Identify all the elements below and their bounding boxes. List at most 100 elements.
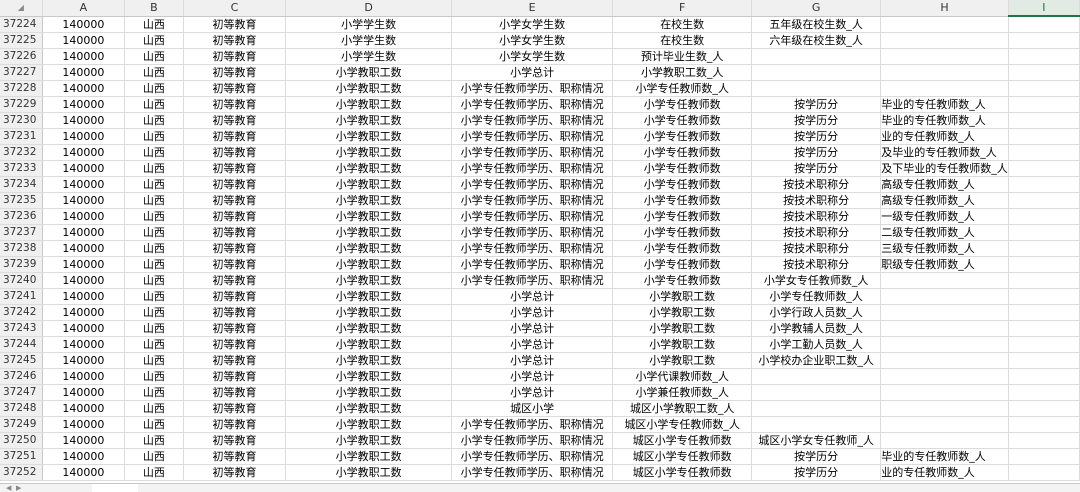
- cell-f[interactable]: 小学教职工数: [612, 336, 753, 353]
- cell-c[interactable]: 初等教育: [183, 96, 287, 113]
- cell-h[interactable]: [880, 352, 1009, 369]
- cell-e[interactable]: 小学总计: [451, 64, 614, 81]
- row-number[interactable]: 37245: [0, 352, 43, 369]
- cell-d[interactable]: 小学教职工数: [285, 112, 452, 129]
- cell-h[interactable]: [880, 304, 1009, 321]
- cell-g[interactable]: 按学历分: [751, 160, 882, 177]
- cell-e[interactable]: 小学专任教师学历、职称情况: [451, 416, 614, 433]
- cell-f[interactable]: 城区小学专任教师数: [612, 432, 753, 449]
- cell-a[interactable]: 140000: [42, 416, 125, 433]
- cell-b[interactable]: 山西: [124, 256, 184, 273]
- cell-g[interactable]: 按技术职称分: [751, 256, 882, 273]
- cell-g[interactable]: [751, 48, 882, 65]
- cell-h[interactable]: 高级专任教师数_人: [880, 176, 1009, 193]
- cell-g[interactable]: [751, 80, 882, 97]
- row-number[interactable]: 37237: [0, 224, 43, 241]
- row-number[interactable]: 37234: [0, 176, 43, 193]
- cell-f[interactable]: 城区小学专任教师数: [612, 464, 753, 481]
- cell-e[interactable]: 小学女学生数: [451, 16, 614, 33]
- cell-i[interactable]: [1008, 112, 1080, 129]
- cell-c[interactable]: 初等教育: [183, 336, 287, 353]
- cell-f[interactable]: 预计毕业生数_人: [612, 48, 753, 65]
- column-header-b[interactable]: B: [124, 0, 184, 17]
- cell-e[interactable]: 小学专任教师学历、职称情况: [451, 208, 614, 225]
- cell-i[interactable]: [1008, 32, 1080, 49]
- cell-a[interactable]: 140000: [42, 144, 125, 161]
- cell-g[interactable]: 城区小学女专任教师_人: [751, 432, 882, 449]
- cell-d[interactable]: 小学教职工数: [285, 448, 452, 465]
- row-number[interactable]: 37239: [0, 256, 43, 273]
- cell-e[interactable]: 小学专任教师学历、职称情况: [451, 448, 614, 465]
- spreadsheet-grid[interactable]: ◢ A B C D E F G H I 37224 140000 山西 初等教育 小学学…: [0, 0, 1080, 483]
- cell-a[interactable]: 140000: [42, 128, 125, 145]
- cell-b[interactable]: 山西: [124, 320, 184, 337]
- cell-d[interactable]: 小学教职工数: [285, 416, 452, 433]
- cell-e[interactable]: 小学专任教师学历、职称情况: [451, 432, 614, 449]
- cell-h[interactable]: [880, 32, 1009, 49]
- cell-i[interactable]: [1008, 416, 1080, 433]
- row-number[interactable]: 37229: [0, 96, 43, 113]
- cell-h[interactable]: 二级专任教师数_人: [880, 224, 1009, 241]
- cell-e[interactable]: 小学总计: [451, 304, 614, 321]
- cell-i[interactable]: [1008, 464, 1080, 481]
- cell-d[interactable]: 小学教职工数: [285, 128, 452, 145]
- cell-d[interactable]: 小学教职工数: [285, 240, 452, 257]
- cell-b[interactable]: 山西: [124, 160, 184, 177]
- cell-c[interactable]: 初等教育: [183, 304, 287, 321]
- cell-g[interactable]: 小学校办企业职工数_人: [751, 352, 882, 369]
- cell-i[interactable]: [1008, 256, 1080, 273]
- column-header-d[interactable]: D: [285, 0, 452, 17]
- cell-c[interactable]: 初等教育: [183, 384, 287, 401]
- cell-c[interactable]: 初等教育: [183, 288, 287, 305]
- cell-g[interactable]: 按学历分: [751, 448, 882, 465]
- cell-d[interactable]: 小学教职工数: [285, 192, 452, 209]
- column-header-e[interactable]: E: [451, 0, 614, 17]
- cell-i[interactable]: [1008, 352, 1080, 369]
- cell-i[interactable]: [1008, 160, 1080, 177]
- cell-a[interactable]: 140000: [42, 48, 125, 65]
- cell-f[interactable]: 在校生数: [612, 16, 753, 33]
- cell-i[interactable]: [1008, 208, 1080, 225]
- cell-i[interactable]: [1008, 80, 1080, 97]
- row-number[interactable]: 37235: [0, 192, 43, 209]
- cell-i[interactable]: [1008, 448, 1080, 465]
- cell-f[interactable]: 小学专任教师数: [612, 128, 753, 145]
- cell-b[interactable]: 山西: [124, 208, 184, 225]
- column-header-i[interactable]: I: [1008, 0, 1080, 17]
- cell-c[interactable]: 初等教育: [183, 16, 287, 33]
- cell-b[interactable]: 山西: [124, 192, 184, 209]
- cell-d[interactable]: 小学教职工数: [285, 96, 452, 113]
- cell-h[interactable]: [880, 336, 1009, 353]
- cell-b[interactable]: 山西: [124, 32, 184, 49]
- cell-c[interactable]: 初等教育: [183, 192, 287, 209]
- cell-a[interactable]: 140000: [42, 16, 125, 33]
- row-number[interactable]: 37233: [0, 160, 43, 177]
- row-number[interactable]: 37244: [0, 336, 43, 353]
- cell-e[interactable]: 小学专任教师学历、职称情况: [451, 464, 614, 481]
- cell-g[interactable]: 按技术职称分: [751, 224, 882, 241]
- cell-a[interactable]: 140000: [42, 32, 125, 49]
- row-number[interactable]: 37248: [0, 400, 43, 417]
- cell-c[interactable]: 初等教育: [183, 112, 287, 129]
- row-number[interactable]: 37243: [0, 320, 43, 337]
- cell-b[interactable]: 山西: [124, 464, 184, 481]
- cell-b[interactable]: 山西: [124, 416, 184, 433]
- cell-h[interactable]: 业的专任教师数_人: [880, 464, 1009, 481]
- row-number[interactable]: 37226: [0, 48, 43, 65]
- cell-h[interactable]: 及下毕业的专任教师数_人: [880, 160, 1009, 177]
- cell-f[interactable]: 小学专任教师数: [612, 208, 753, 225]
- cell-d[interactable]: 小学教职工数: [285, 288, 452, 305]
- cell-f[interactable]: 城区小学专任教师数: [612, 448, 753, 465]
- cell-e[interactable]: 小学总计: [451, 384, 614, 401]
- cell-e[interactable]: 小学总计: [451, 288, 614, 305]
- cell-f[interactable]: 城区小学教职工数_人: [612, 400, 753, 417]
- cell-c[interactable]: 初等教育: [183, 272, 287, 289]
- cell-d[interactable]: 小学教职工数: [285, 384, 452, 401]
- cell-a[interactable]: 140000: [42, 384, 125, 401]
- cell-a[interactable]: 140000: [42, 256, 125, 273]
- cell-h[interactable]: [880, 416, 1009, 433]
- cell-d[interactable]: 小学教职工数: [285, 368, 452, 385]
- cell-f[interactable]: 小学教职工数: [612, 352, 753, 369]
- cell-d[interactable]: 小学学生数: [285, 16, 452, 33]
- cell-g[interactable]: 小学行政人员数_人: [751, 304, 882, 321]
